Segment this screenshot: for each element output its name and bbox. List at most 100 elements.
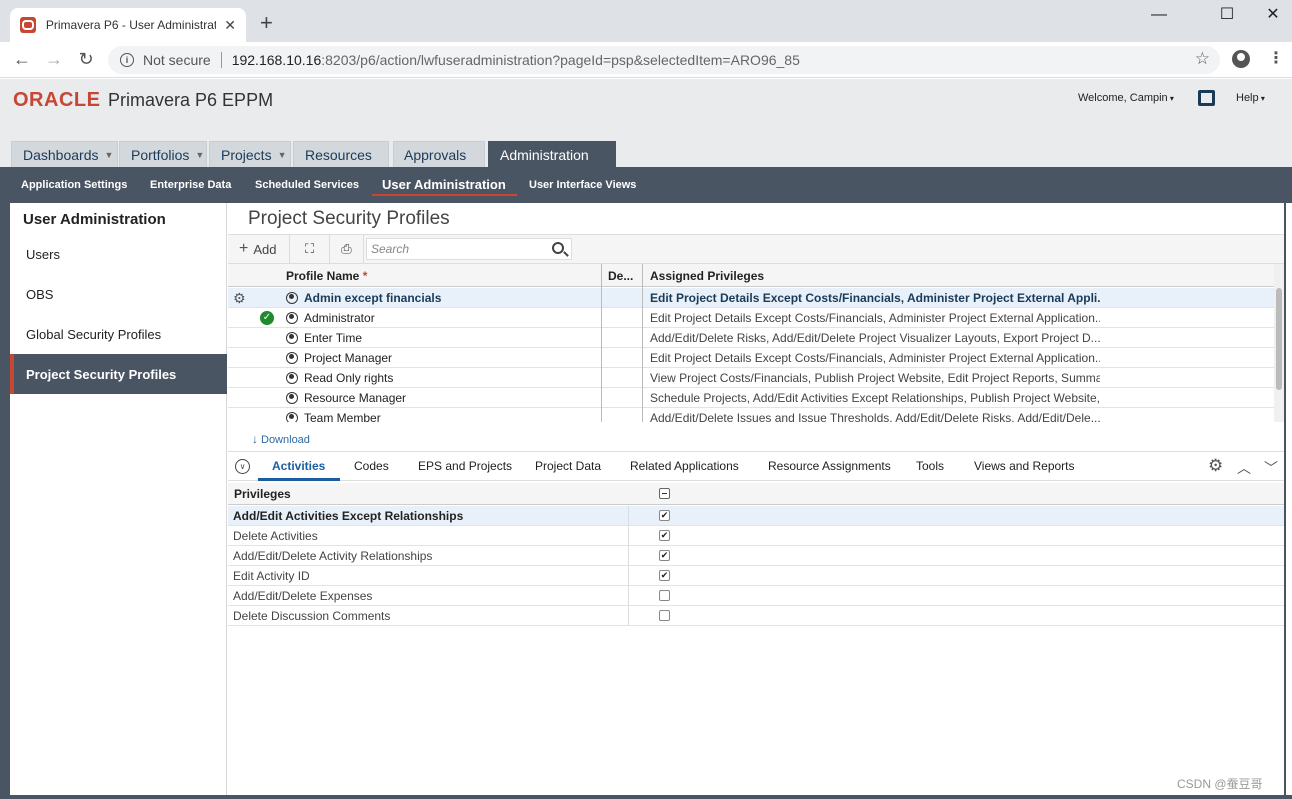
page-title: Project Security Profiles: [248, 208, 450, 229]
table-row[interactable]: Delete Discussion Comments: [228, 606, 1284, 626]
profile-icon: [286, 352, 298, 364]
table-row[interactable]: Add/Edit Activities Except Relationships…: [228, 506, 1284, 526]
profile-icon: [286, 312, 298, 324]
security-label: Not secure: [143, 52, 211, 68]
privilege-checkbox[interactable]: [659, 610, 670, 621]
table-row[interactable]: Add/Edit/Delete Expenses: [228, 586, 1284, 606]
tab-projects[interactable]: Projects ▼: [209, 141, 291, 167]
account-icon[interactable]: [1232, 50, 1250, 68]
search-input[interactable]: Search: [366, 238, 572, 260]
tab-eps-and-projects[interactable]: EPS and Projects: [418, 459, 512, 473]
maximize-icon[interactable]: ☐: [1204, 4, 1250, 26]
table-row[interactable]: Delete Activities ✔: [228, 526, 1284, 546]
table-row[interactable]: Add/Edit/Delete Activity Relationships ✔: [228, 546, 1284, 566]
privilege-checkbox[interactable]: ✔: [659, 570, 670, 581]
url-bar[interactable]: i Not secure 192.168.10.16 :8203/p6/acti…: [108, 46, 1220, 74]
settings-gear-icon[interactable]: ⚙: [1208, 457, 1223, 474]
tab-dashboards[interactable]: Dashboards ▼: [11, 141, 118, 167]
expand-icon: ⛶: [304, 241, 315, 256]
table-row[interactable]: Edit Activity ID ✔: [228, 566, 1284, 586]
tab-resource-assignments[interactable]: Resource Assignments: [768, 459, 891, 473]
tab-related-applications[interactable]: Related Applications: [630, 459, 739, 473]
help-label: Help: [1236, 92, 1259, 104]
browser-tab[interactable]: Primavera P6 - User Administration ✕: [10, 8, 246, 42]
download-link[interactable]: ↓ Download: [252, 432, 310, 446]
column-assigned-privileges[interactable]: Assigned Privileges: [650, 269, 764, 283]
tab-codes[interactable]: Codes: [354, 459, 389, 473]
table-row[interactable]: Read Only rights View Project Costs/Fina…: [228, 368, 1274, 388]
site-info-icon[interactable]: i: [120, 53, 134, 67]
column-default[interactable]: De...: [608, 269, 633, 283]
sub-navigation: Application Settings Enterprise Data Sch…: [0, 167, 1292, 203]
chevron-down-icon[interactable]: ﹀: [1264, 458, 1278, 478]
privilege-checkbox[interactable]: ✔: [659, 530, 670, 541]
sidebar-item-global-security-profiles[interactable]: Global Security Profiles: [10, 314, 227, 354]
subtab-user-interface-views[interactable]: User Interface Views: [529, 179, 636, 191]
caret-down-icon: ▾: [1167, 94, 1174, 103]
table-row[interactable]: ✓ Administrator Edit Project Details Exc…: [228, 308, 1274, 328]
tab-resources[interactable]: Resources: [293, 141, 389, 167]
required-marker: *: [362, 269, 368, 283]
sidebar-item-label: Users: [26, 246, 60, 262]
table-row[interactable]: Team Member Add/Edit/Delete Issues and I…: [228, 408, 1274, 422]
help-menu[interactable]: Help ▾: [1236, 92, 1265, 104]
tab-label: Approvals: [404, 146, 467, 163]
tab-project-data[interactable]: Project Data: [535, 459, 601, 473]
back-icon[interactable]: ←: [10, 48, 34, 70]
table-row[interactable]: Resource Manager Schedule Projects, Add/…: [228, 388, 1274, 408]
column-divider: [628, 586, 629, 606]
url-path: :8203/p6/action/lwfuseradministration?pa…: [321, 52, 800, 68]
url-host: 192.168.10.16: [231, 52, 322, 68]
gear-icon[interactable]: ⚙: [233, 291, 246, 305]
column-divider: [628, 506, 629, 526]
minimize-icon[interactable]: —: [1136, 4, 1182, 26]
tab-administration[interactable]: Administration: [488, 141, 616, 167]
product-name: Primavera P6 EPPM: [108, 90, 274, 110]
grid-scrollbar[interactable]: [1274, 264, 1284, 422]
print-button[interactable]: ⎙: [330, 235, 364, 263]
tab-tools[interactable]: Tools: [916, 459, 944, 473]
close-tab-icon[interactable]: ✕: [224, 17, 236, 34]
profile-name: Enter Time: [304, 331, 363, 345]
inbox-icon[interactable]: [1198, 90, 1215, 106]
privilege-label: Add/Edit/Delete Activity Relationships: [233, 549, 433, 563]
privilege-label: Delete Activities: [233, 529, 318, 543]
column-profile-name[interactable]: Profile Name *: [286, 269, 367, 283]
tab-views-and-reports[interactable]: Views and Reports: [974, 459, 1075, 473]
subtab-user-administration[interactable]: User Administration: [382, 177, 506, 192]
reload-icon[interactable]: ↻: [74, 48, 98, 70]
sidebar-item-users[interactable]: Users: [10, 234, 227, 274]
tab-label: Administration: [500, 146, 589, 163]
print-icon: ⎙: [341, 241, 352, 256]
chevron-up-icon[interactable]: ︿: [1237, 458, 1251, 478]
sidebar-item-obs[interactable]: OBS: [10, 274, 227, 314]
table-row[interactable]: ⚙ Admin except financials Edit Project D…: [228, 288, 1274, 308]
tab-portfolios[interactable]: Portfolios ▼: [119, 141, 207, 167]
sidebar-item-project-security-profiles[interactable]: Project Security Profiles: [10, 354, 227, 394]
select-all-checkbox[interactable]: [659, 488, 670, 499]
forward-icon[interactable]: →: [42, 48, 66, 70]
search-icon[interactable]: [552, 242, 564, 254]
privilege-checkbox[interactable]: ✔: [659, 550, 670, 561]
column-divider: [628, 546, 629, 566]
browser-menu-icon[interactable]: ⋮: [1268, 48, 1284, 68]
bookmark-star-icon[interactable]: ☆: [1195, 49, 1210, 69]
scrollbar-thumb[interactable]: [1276, 288, 1282, 390]
add-button[interactable]: + Add: [228, 235, 290, 263]
collapse-icon[interactable]: ∨: [235, 459, 250, 474]
close-window-icon[interactable]: ✕: [1250, 4, 1292, 26]
table-row[interactable]: Enter Time Add/Edit/Delete Risks, Add/Ed…: [228, 328, 1274, 348]
table-row[interactable]: Project Manager Edit Project Details Exc…: [228, 348, 1274, 368]
subtab-application-settings[interactable]: Application Settings: [21, 179, 127, 191]
tab-approvals[interactable]: Approvals: [393, 141, 485, 167]
tab-activities[interactable]: Activities: [272, 459, 325, 473]
subtab-enterprise-data[interactable]: Enterprise Data: [150, 179, 231, 191]
privilege-checkbox[interactable]: [659, 590, 670, 601]
welcome-label: Welcome, Campin: [1078, 92, 1168, 104]
expand-button[interactable]: ⛶: [290, 235, 330, 263]
profile-name: Project Manager: [304, 351, 393, 365]
welcome-menu[interactable]: Welcome, Campin ▾: [1078, 92, 1174, 104]
new-tab-icon[interactable]: +: [260, 12, 273, 34]
privilege-checkbox[interactable]: ✔: [659, 510, 670, 521]
subtab-scheduled-services[interactable]: Scheduled Services: [255, 179, 359, 191]
